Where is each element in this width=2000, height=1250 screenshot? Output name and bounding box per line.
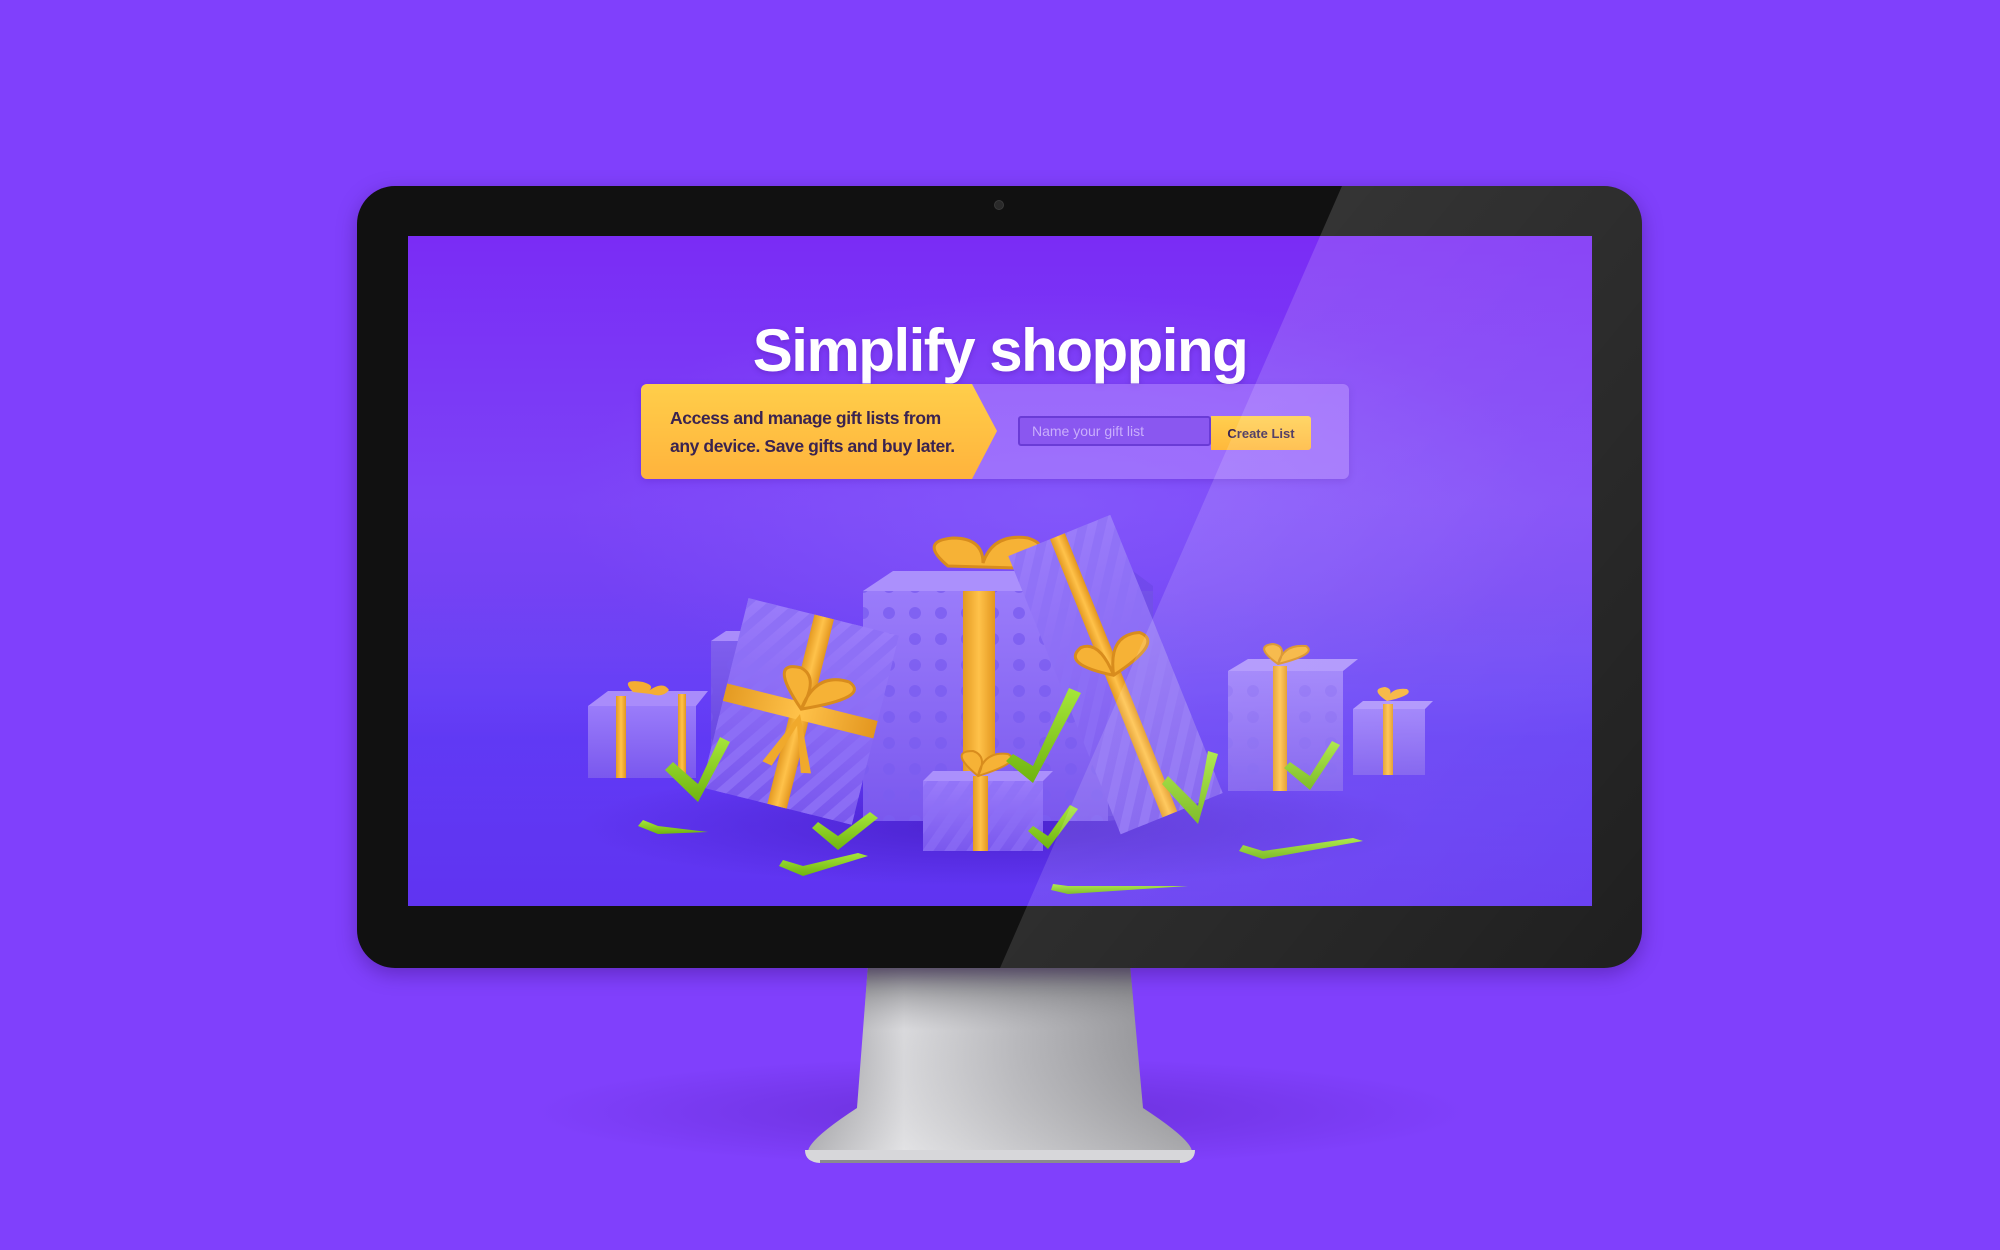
description-banner: Access and manage gift lists from any de…	[641, 384, 997, 479]
monitor-screen: Simplify shopping Access and manage gift…	[408, 236, 1592, 906]
camera-icon	[994, 200, 1004, 210]
description-text: Access and manage gift lists from any de…	[670, 408, 955, 456]
gift-box-small-right	[1353, 687, 1433, 775]
create-list-button[interactable]: Create List	[1211, 416, 1311, 450]
gift-list-name-input[interactable]	[1018, 416, 1211, 446]
hero-headline: Simplify shopping	[752, 317, 1249, 385]
gift-box-small-left	[588, 681, 708, 778]
create-list-bar: Access and manage gift lists from any de…	[641, 384, 1349, 479]
